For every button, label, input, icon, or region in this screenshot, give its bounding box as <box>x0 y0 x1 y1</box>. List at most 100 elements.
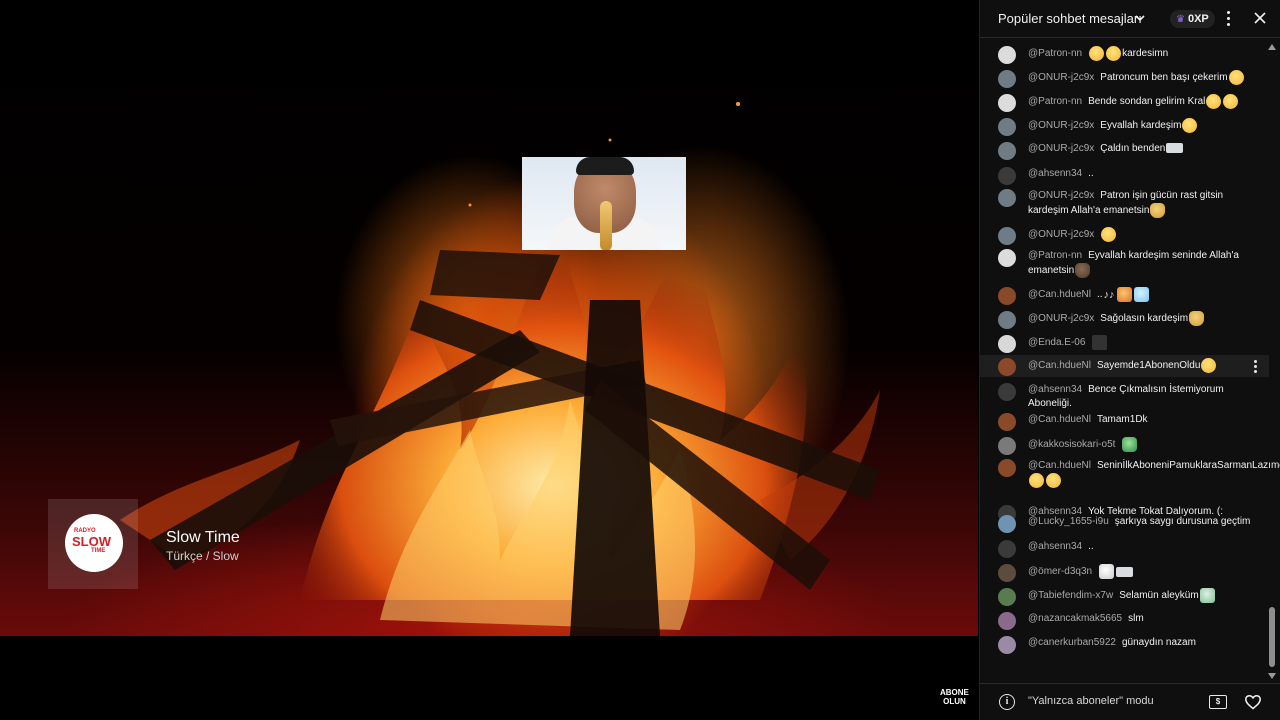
message-content: @ONUR-j2c9x Eyvallah kardeşim <box>1028 118 1254 133</box>
chat-message[interactable]: @Can.hdueNl Sayemde1AbonenOldu <box>980 355 1269 377</box>
more-options-icon[interactable] <box>1224 10 1232 28</box>
chat-message[interactable]: @Lucky_1655-i9u şarkıya saygı durusuna ge… <box>980 512 1269 533</box>
chat-message[interactable]: @ahsenn34 Bence Çıkmalısın İstemiyorum Ab… <box>980 380 1269 409</box>
chat-message[interactable]: @Can.hdueNl Tamam1Dk <box>980 410 1269 431</box>
xp-badge[interactable]: ♛ 0XP <box>1170 10 1215 28</box>
laugh-emoji-icon <box>1206 94 1222 109</box>
author-avatar[interactable] <box>998 612 1016 630</box>
author-avatar[interactable] <box>998 249 1016 267</box>
chevron-down-icon[interactable] <box>1135 13 1145 23</box>
message-text: .. <box>1096 289 1103 301</box>
channel-logo-box[interactable]: RADYO SLOW TIME <box>48 499 138 589</box>
chat-message[interactable]: @nazancakmak5665 slm <box>980 609 1269 630</box>
message-content: @ömer-d3q3n <box>1028 564 1254 579</box>
author-name[interactable]: @Can.hdueNl <box>1028 289 1091 300</box>
chat-message[interactable]: @ONUR-j2c9x <box>980 224 1269 245</box>
author-name[interactable]: @Patron-nn <box>1028 96 1082 107</box>
author-name[interactable]: @ONUR-j2c9x <box>1028 229 1094 240</box>
author-avatar[interactable] <box>998 94 1016 112</box>
author-avatar[interactable] <box>998 335 1016 353</box>
author-name[interactable]: @ONUR-j2c9x <box>1028 72 1094 83</box>
author-avatar[interactable] <box>998 189 1016 207</box>
chat-mode-dropdown[interactable]: Popüler sohbet mesajları <box>998 11 1142 26</box>
author-avatar[interactable] <box>998 540 1016 558</box>
chat-message[interactable]: @Tabiefendim-x7w Selamün aleyküm <box>980 585 1269 606</box>
author-avatar[interactable] <box>998 287 1016 305</box>
chat-message-list[interactable]: @Patron-nn kardesimn @ONUR-j2c9x Patroncum … <box>980 38 1280 683</box>
chat-message[interactable]: @Patron-nn Bende sondan gelirim Kral <box>980 91 1269 112</box>
author-avatar[interactable] <box>998 459 1016 477</box>
author-avatar[interactable] <box>998 413 1016 431</box>
chat-message[interactable]: @kakkosisokari-o5t <box>980 434 1269 455</box>
video-player[interactable]: RADYO SLOW TIME Slow Time Türkçe / Slow … <box>0 0 978 720</box>
author-avatar[interactable] <box>998 437 1016 455</box>
close-icon[interactable] <box>1252 10 1268 26</box>
author-name[interactable]: @ONUR-j2c9x <box>1028 313 1094 324</box>
chat-message[interactable]: @ONUR-j2c9x Patron işin gücün rast gitsin… <box>980 186 1269 218</box>
scroll-down-arrow-icon[interactable] <box>1268 673 1276 679</box>
author-name[interactable]: @ahsenn34 <box>1028 541 1082 552</box>
author-name[interactable]: @canerkurban5922 <box>1028 637 1116 648</box>
super-chat-icon[interactable]: $ <box>1209 695 1227 709</box>
notes-emoji-icon: ♪♪ <box>1103 288 1115 301</box>
author-name[interactable]: @ONUR-j2c9x <box>1028 120 1094 131</box>
scroll-up-arrow-icon[interactable] <box>1268 44 1276 50</box>
author-name[interactable]: @ahsenn34 <box>1028 168 1082 179</box>
grin-emoji-icon <box>1046 473 1061 488</box>
chat-message[interactable]: @ONUR-j2c9x Çaldın benden <box>980 139 1269 160</box>
chat-message[interactable]: @canerkurban5922 günaydın nazam <box>980 633 1269 654</box>
chat-message[interactable]: @ONUR-j2c9x Sağolasın kardeşim <box>980 308 1269 329</box>
chat-message[interactable]: @Patron-nn kardesimn <box>980 43 1269 64</box>
author-name[interactable]: @Tabiefendim-x7w <box>1028 590 1113 601</box>
heart-icon[interactable] <box>1244 693 1262 711</box>
author-name[interactable]: @Patron-nn <box>1028 250 1082 261</box>
subscribe-line-1: ABONE <box>940 688 969 697</box>
message-text: Sağolasın kardeşim <box>1100 313 1189 325</box>
author-avatar[interactable] <box>998 311 1016 329</box>
author-avatar[interactable] <box>998 142 1016 160</box>
author-avatar[interactable] <box>998 636 1016 654</box>
chat-message[interactable]: @Enda.E-06 <box>980 332 1269 353</box>
chat-message[interactable]: @ONUR-j2c9x Patroncum ben başı çekerim <box>980 67 1269 88</box>
chat-message[interactable]: @Can.hdueNl ..♪♪ <box>980 284 1269 305</box>
author-avatar[interactable] <box>998 358 1016 376</box>
author-avatar[interactable] <box>998 46 1016 64</box>
author-avatar[interactable] <box>998 588 1016 606</box>
chat-message[interactable]: @Patron-nn Eyvallah kardeşim seninde Alla… <box>980 246 1269 278</box>
author-avatar[interactable] <box>998 383 1016 401</box>
author-name[interactable]: @Can.hdueNl <box>1028 360 1091 371</box>
author-avatar[interactable] <box>998 227 1016 245</box>
author-avatar[interactable] <box>998 515 1016 533</box>
author-name[interactable]: @ömer-d3q3n <box>1028 566 1092 577</box>
message-text: Sayemde1AbonenOldu <box>1096 360 1201 372</box>
message-more-options-icon[interactable] <box>1252 360 1258 374</box>
chat-message[interactable]: @ömer-d3q3n <box>980 561 1269 582</box>
chat-message[interactable]: @ahsenn34.. <box>980 537 1269 558</box>
video-subtitle: Türkçe / Slow <box>166 549 239 563</box>
author-name[interactable]: @Enda.E-06 <box>1028 337 1085 348</box>
author-name[interactable]: @Can.hdueNl <box>1028 414 1091 425</box>
grin-emoji-icon <box>1201 358 1217 373</box>
author-name[interactable]: @nazancakmak5665 <box>1028 613 1122 624</box>
grin-emoji-icon <box>1228 70 1244 85</box>
chat-scrollbar[interactable] <box>1268 44 1276 684</box>
chat-message[interactable]: @ahsenn34.. <box>980 164 1269 185</box>
author-avatar[interactable] <box>998 167 1016 185</box>
author-avatar[interactable] <box>998 70 1016 88</box>
message-content: @Enda.E-06 <box>1028 335 1254 350</box>
scroll-thumb[interactable] <box>1269 607 1275 667</box>
chat-message[interactable]: @ONUR-j2c9x Eyvallah kardeşim <box>980 115 1269 136</box>
info-icon[interactable]: i <box>999 694 1015 710</box>
author-name[interactable]: @kakkosisokari-o5t <box>1028 439 1115 450</box>
author-name[interactable]: @Patron-nn <box>1028 48 1082 59</box>
author-avatar[interactable] <box>998 564 1016 582</box>
author-name[interactable]: @ahsenn34 <box>1028 384 1082 395</box>
author-avatar[interactable] <box>998 118 1016 136</box>
subscribe-watermark[interactable]: ABONE OLUN <box>940 688 969 706</box>
chat-message[interactable]: @Can.hdueNl SeninİlkAboneniPamuklaraSarma… <box>980 456 1280 488</box>
author-name[interactable]: @ONUR-j2c9x <box>1028 143 1094 154</box>
author-name[interactable]: @ONUR-j2c9x <box>1028 190 1094 201</box>
author-name[interactable]: @Can.hdueNl <box>1028 460 1091 471</box>
ice-emoji-icon <box>1133 287 1149 302</box>
author-name[interactable]: @Lucky_1655-i9u <box>1028 516 1109 527</box>
